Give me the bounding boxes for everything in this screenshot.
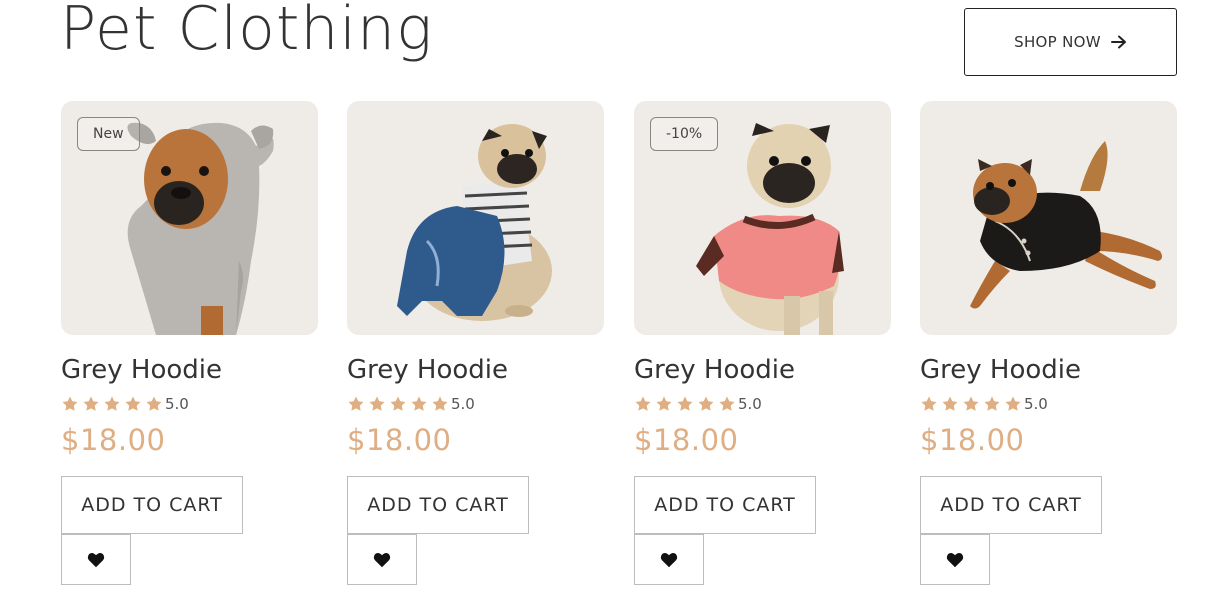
badge-new: New bbox=[77, 117, 140, 151]
product-card: New Grey Hoodie 5.0 $18.00 ADD TO CART bbox=[61, 101, 318, 585]
heart-icon bbox=[373, 552, 391, 567]
shop-now-button[interactable]: SHOP NOW bbox=[964, 8, 1177, 76]
add-to-cart-button[interactable]: ADD TO CART bbox=[920, 476, 1102, 534]
heart-icon bbox=[87, 552, 105, 567]
star-icon bbox=[62, 396, 78, 411]
product-name[interactable]: Grey Hoodie bbox=[61, 355, 222, 385]
rating-value: 5.0 bbox=[1024, 395, 1048, 413]
product-image[interactable]: New bbox=[61, 101, 318, 335]
star-icon bbox=[432, 396, 448, 411]
price: $18.00 bbox=[61, 423, 166, 457]
star-rating bbox=[61, 395, 163, 413]
star-icon bbox=[369, 396, 385, 411]
rating: 5.0 bbox=[347, 395, 475, 413]
star-icon bbox=[921, 396, 937, 411]
product-image[interactable] bbox=[920, 101, 1177, 335]
arrow-right-icon bbox=[1110, 35, 1126, 49]
star-icon bbox=[104, 396, 120, 411]
star-icon bbox=[677, 396, 693, 411]
star-icon bbox=[963, 396, 979, 411]
wishlist-button[interactable] bbox=[634, 534, 704, 585]
rating-value: 5.0 bbox=[165, 395, 189, 413]
star-icon bbox=[635, 396, 651, 411]
dog-photo bbox=[970, 141, 1163, 309]
star-icon bbox=[390, 396, 406, 411]
star-icon bbox=[984, 396, 1000, 411]
wishlist-button[interactable] bbox=[347, 534, 417, 585]
dog-photo bbox=[397, 124, 552, 321]
badge-discount: -10% bbox=[650, 117, 719, 151]
product-card: -10% Grey Hoodie 5.0 $18.00 ADD TO CART bbox=[634, 101, 891, 585]
rating-value: 5.0 bbox=[738, 395, 762, 413]
price: $18.00 bbox=[347, 423, 452, 457]
star-rating bbox=[634, 395, 736, 413]
product-image[interactable] bbox=[347, 101, 604, 335]
price: $18.00 bbox=[920, 423, 1025, 457]
heart-icon bbox=[660, 552, 678, 567]
star-icon bbox=[719, 396, 735, 411]
star-icon bbox=[1005, 396, 1021, 411]
price: $18.00 bbox=[634, 423, 739, 457]
product-name[interactable]: Grey Hoodie bbox=[347, 355, 508, 385]
rating: 5.0 bbox=[61, 395, 189, 413]
add-to-cart-button[interactable]: ADD TO CART bbox=[61, 476, 243, 534]
rating: 5.0 bbox=[634, 395, 762, 413]
star-icon bbox=[942, 396, 958, 411]
star-icon bbox=[348, 396, 364, 411]
star-icon bbox=[698, 396, 714, 411]
heart-icon bbox=[946, 552, 964, 567]
add-to-cart-button[interactable]: ADD TO CART bbox=[634, 476, 816, 534]
star-icon bbox=[146, 396, 162, 411]
product-card: Grey Hoodie 5.0 $18.00 ADD TO CART bbox=[920, 101, 1177, 585]
page-title: Pet Clothing bbox=[60, 0, 434, 64]
shop-now-label: SHOP NOW bbox=[1014, 33, 1101, 51]
product-card: Grey Hoodie 5.0 $18.00 ADD TO CART bbox=[347, 101, 604, 585]
product-image[interactable]: -10% bbox=[634, 101, 891, 335]
add-to-cart-button[interactable]: ADD TO CART bbox=[347, 476, 529, 534]
rating: 5.0 bbox=[920, 395, 1048, 413]
rating-value: 5.0 bbox=[451, 395, 475, 413]
star-icon bbox=[411, 396, 427, 411]
star-icon bbox=[83, 396, 99, 411]
star-rating bbox=[347, 395, 449, 413]
star-rating bbox=[920, 395, 1022, 413]
wishlist-button[interactable] bbox=[920, 534, 990, 585]
product-name[interactable]: Grey Hoodie bbox=[920, 355, 1081, 385]
star-icon bbox=[125, 396, 141, 411]
product-name[interactable]: Grey Hoodie bbox=[634, 355, 795, 385]
wishlist-button[interactable] bbox=[61, 534, 131, 585]
star-icon bbox=[656, 396, 672, 411]
